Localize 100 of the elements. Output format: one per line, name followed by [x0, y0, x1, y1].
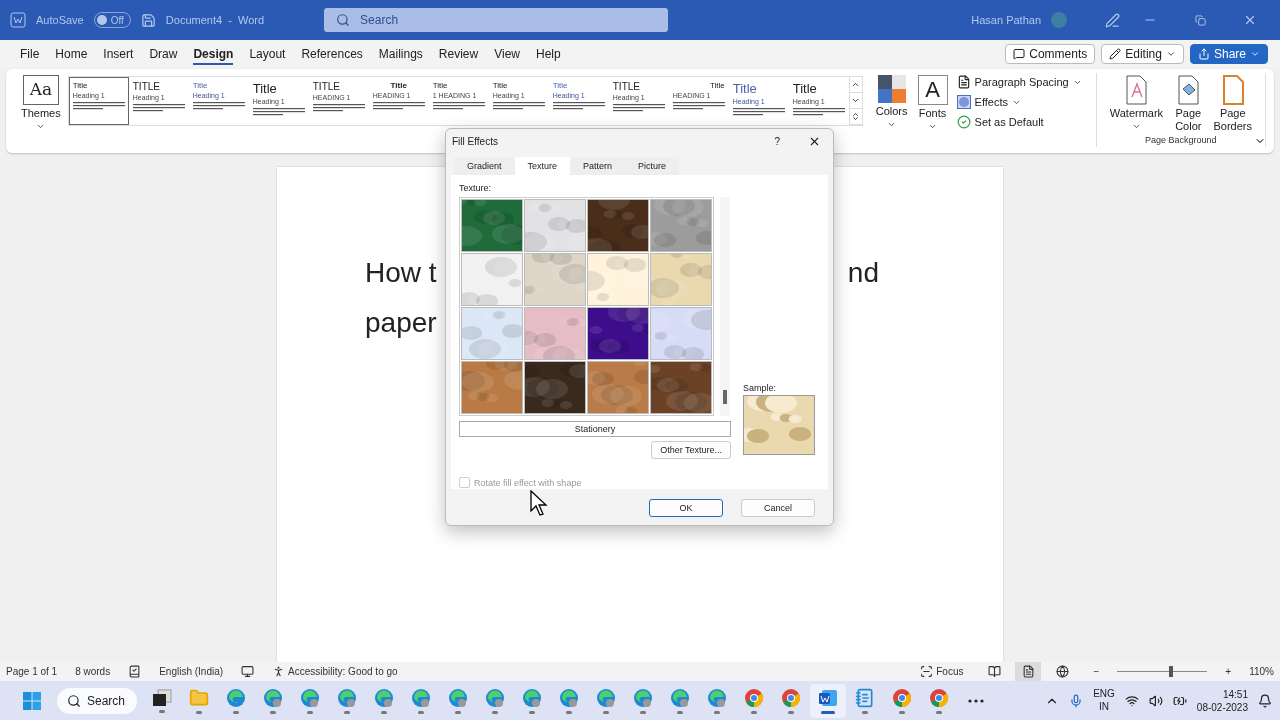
ribbon-tab[interactable]: Design: [185, 43, 242, 65]
browser-profile-icon: [522, 687, 542, 708]
save-icon[interactable]: [140, 12, 156, 28]
taskbar-search[interactable]: Search: [57, 687, 137, 714]
pen-icon[interactable]: [1105, 12, 1120, 28]
comments-button[interactable]: Comments: [1005, 44, 1096, 64]
page-color-button[interactable]: Page Color: [1170, 73, 1207, 135]
browser-profile-icon: [633, 687, 653, 708]
texture-swatch[interactable]: [650, 253, 712, 306]
page-borders-button[interactable]: Page Borders: [1210, 73, 1255, 135]
ribbon-tab[interactable]: Draw: [141, 43, 186, 65]
help-button[interactable]: ?: [774, 135, 780, 147]
texture-swatch[interactable]: [524, 199, 586, 252]
folder-icon: [189, 687, 209, 708]
globe-icon: [1055, 665, 1069, 678]
fonts-button[interactable]: A Fonts: [914, 73, 951, 133]
language-indicator[interactable]: English (India): [159, 666, 224, 677]
ribbon-tab[interactable]: Help: [528, 43, 569, 65]
texture-swatch[interactable]: [524, 361, 586, 414]
effects-button[interactable]: Effects: [954, 93, 1084, 111]
search-icon: [336, 13, 351, 27]
ok-button[interactable]: OK: [649, 499, 723, 517]
page-borders-icon: [1220, 75, 1245, 105]
themes-button[interactable]: Aa Themes: [18, 73, 64, 133]
browser-profile-icon: [559, 687, 579, 708]
texture-label: Texture:: [459, 183, 492, 193]
clock[interactable]: 14:51 08-02-2023: [1196, 687, 1248, 714]
ribbon-tab[interactable]: References: [293, 43, 371, 65]
notification-icon[interactable]: [1258, 693, 1272, 708]
windows-logo-icon: [22, 690, 42, 711]
dialog-tab[interactable]: Gradient: [454, 157, 515, 175]
dialog-tab[interactable]: Pattern: [570, 157, 626, 175]
volume-icon[interactable]: [1148, 693, 1163, 708]
texture-swatch[interactable]: [650, 307, 712, 360]
ribbon-tab[interactable]: Mailings: [370, 43, 431, 65]
document-heading-text: paper: [365, 307, 437, 340]
dialog-tab[interactable]: Picture: [625, 157, 680, 175]
share-button[interactable]: Share: [1189, 44, 1268, 64]
texture-swatch[interactable]: [587, 199, 649, 252]
texture-swatch[interactable]: [587, 253, 649, 306]
notepad-icon: [855, 687, 875, 708]
microphone-icon[interactable]: [1069, 693, 1084, 708]
browser-profile-icon: [707, 687, 727, 708]
ribbon-tab[interactable]: Layout: [241, 43, 294, 65]
zoom-in-button[interactable]: +: [1225, 666, 1232, 677]
proofing-icon[interactable]: [128, 665, 142, 678]
dialog-tab[interactable]: Texture: [514, 157, 571, 175]
ribbon-tab[interactable]: Review: [430, 43, 487, 65]
set-as-default-button[interactable]: Set as Default: [954, 113, 1084, 131]
paragraph-spacing-button[interactable]: Paragraph Spacing: [954, 73, 1084, 91]
texture-swatch[interactable]: [587, 361, 649, 414]
other-texture-button[interactable]: Other Texture...: [651, 441, 731, 459]
taskbar-app-button[interactable]: [810, 683, 846, 718]
chrome-icon: [781, 687, 801, 708]
rotate-label: Rotate fill effect with shape: [474, 477, 582, 488]
chrome-icon: [892, 687, 912, 708]
ribbon-tab[interactable]: Insert: [95, 43, 142, 65]
user-name: Hasan Pathan: [971, 14, 1041, 26]
editing-button[interactable]: Editing: [1101, 44, 1184, 64]
monitor-icon[interactable]: [241, 665, 255, 678]
texture-swatch[interactable]: [461, 199, 523, 252]
texture-swatch[interactable]: [650, 199, 712, 252]
ribbon-tab[interactable]: Home: [47, 43, 96, 65]
zoom-slider-thumb[interactable]: [1169, 666, 1174, 677]
print-layout-button[interactable]: [1015, 662, 1042, 681]
input-language[interactable]: ENG IN: [1093, 688, 1115, 713]
word-count[interactable]: 8 words: [75, 666, 111, 677]
focus-icon: [920, 665, 934, 678]
texture-swatch[interactable]: [587, 307, 649, 360]
texture-swatch[interactable]: [461, 307, 523, 360]
texture-swatch[interactable]: [524, 253, 586, 306]
ribbon-tab[interactable]: View: [486, 43, 528, 65]
document-heading-text: nd: [847, 257, 879, 290]
page-color-icon: [1176, 75, 1201, 105]
app-icon: [10, 12, 26, 28]
zoom-level[interactable]: 110%: [1249, 666, 1274, 677]
caret-icon: [851, 96, 861, 105]
window-title: Document4 - Word: [165, 14, 265, 26]
texture-name-field[interactable]: Stationery: [459, 421, 731, 437]
colors-button[interactable]: Colors: [872, 73, 911, 131]
zoom-out-button[interactable]: −: [1093, 666, 1100, 677]
restore-icon[interactable]: [1194, 14, 1206, 26]
page-count[interactable]: Page 1 of 1: [6, 666, 58, 677]
focus-button[interactable]: Focus: [920, 665, 964, 678]
chrome-icon: [929, 687, 949, 708]
watermark-button[interactable]: Watermark: [1106, 73, 1167, 135]
texture-swatch[interactable]: [524, 307, 586, 360]
texture-swatch[interactable]: [461, 361, 523, 414]
more-icon: [968, 698, 984, 703]
accessibility-status[interactable]: Accessibility: Good to go: [272, 665, 398, 678]
search-field[interactable]: Search: [324, 8, 669, 32]
texture-swatch[interactable]: [650, 361, 712, 414]
browser-profile-icon: [596, 687, 616, 708]
cancel-button[interactable]: Cancel: [741, 499, 815, 517]
texture-swatch[interactable]: [461, 253, 523, 306]
search-icon: [67, 693, 81, 708]
caret-icon: [1165, 49, 1176, 59]
wifi-icon[interactable]: [1124, 693, 1139, 708]
ribbon-tab[interactable]: File: [12, 43, 48, 65]
scrollbar[interactable]: [720, 197, 730, 416]
